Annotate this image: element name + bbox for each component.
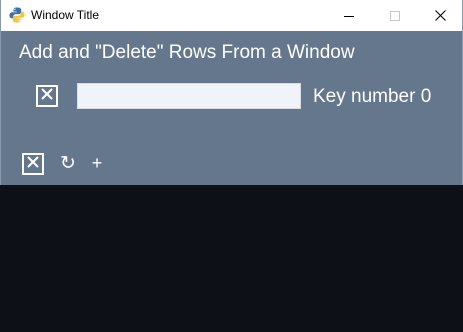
row-input-field[interactable] bbox=[77, 83, 301, 109]
minimize-icon bbox=[344, 11, 354, 21]
close-button[interactable] bbox=[417, 0, 463, 31]
page-heading: Add and "Delete" Rows From a Window bbox=[19, 42, 355, 63]
plus-icon: + bbox=[91, 153, 103, 173]
row-key-label: Key number 0 bbox=[313, 86, 432, 107]
close-icon bbox=[434, 10, 446, 21]
python-logo-icon bbox=[9, 7, 25, 23]
minimize-button[interactable] bbox=[326, 0, 372, 31]
maximize-button[interactable] bbox=[372, 0, 418, 31]
delete-all-button[interactable] bbox=[22, 153, 44, 175]
title-bar[interactable]: Window Title bbox=[1, 0, 462, 31]
window-title: Window Title bbox=[31, 8, 100, 22]
refresh-button[interactable]: ↻ bbox=[59, 154, 77, 174]
refresh-icon: ↻ bbox=[60, 153, 76, 174]
close-box-icon bbox=[41, 87, 53, 105]
add-row-button[interactable]: + bbox=[90, 153, 104, 173]
maximize-icon bbox=[390, 10, 400, 21]
close-box-icon bbox=[27, 155, 39, 173]
app-window: Window Title Add and "Delete" Rows From … bbox=[0, 0, 463, 185]
delete-row-button[interactable] bbox=[36, 85, 58, 107]
